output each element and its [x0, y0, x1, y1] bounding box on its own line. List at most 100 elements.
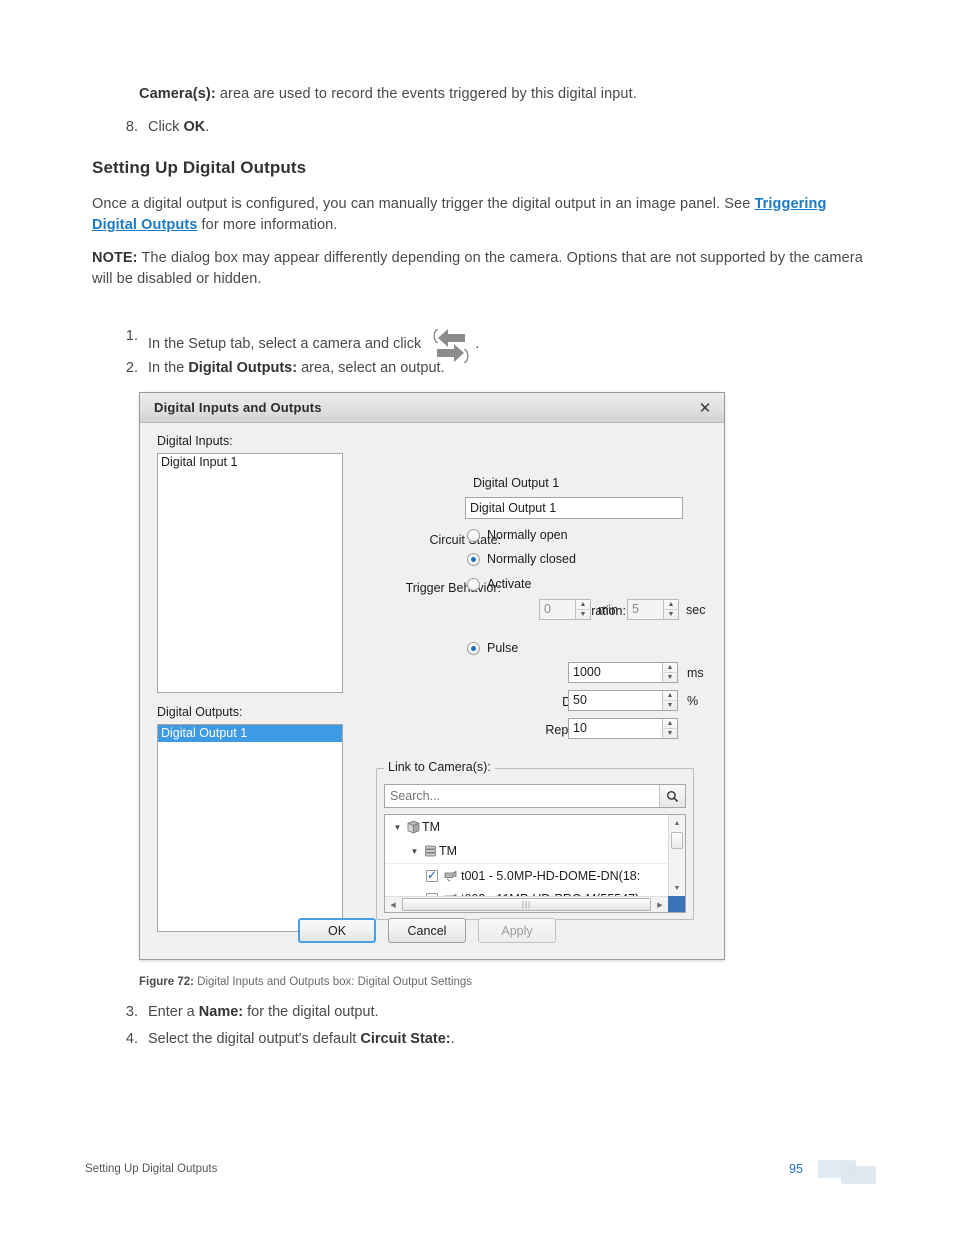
list-item[interactable]: Digital Input 1 [158, 454, 342, 471]
tree-label: TM [422, 820, 441, 834]
step-4-tail: . [450, 1031, 455, 1047]
radio-normally-closed[interactable]: Normally closed [467, 552, 576, 566]
figure-caption-label: Figure 72: [139, 976, 194, 988]
dialog-button-bar: OK Cancel Apply [140, 918, 724, 943]
step-4-lead: Select the digital output's default [148, 1031, 361, 1047]
logo-square-2 [841, 1166, 876, 1184]
output-heading: Digital Output 1 [473, 476, 560, 490]
site-icon [404, 820, 422, 834]
stepper-arrows-icon[interactable]: ▲ ▼ [662, 691, 677, 710]
page-number: 95 [789, 1162, 803, 1176]
chevron-down-icon[interactable]: ▼ [391, 823, 404, 832]
cancel-button[interactable]: Cancel [388, 918, 466, 943]
step-3-lead: Enter a [148, 1004, 199, 1020]
digital-inputs-and-outputs-dialog: Digital Inputs and Outputs ✕ Digital Inp… [139, 392, 725, 960]
tree-row-camera[interactable]: t002 - 11MP-HD-PRO-M(55547) [385, 887, 668, 896]
step-8-tail: . [205, 119, 210, 135]
lead-in-text: area are used to record the events trigg… [215, 86, 637, 102]
link-to-cameras-label: Link to Camera(s): [384, 760, 495, 774]
step-4-text: Select the digital output's default Circ… [148, 1029, 632, 1050]
stepper-arrows-icon[interactable]: ▲ ▼ [575, 600, 590, 619]
horizontal-scrollbar[interactable]: ◀ ||| ▶ [385, 896, 668, 912]
stepper-arrows-icon[interactable]: ▲ ▼ [663, 600, 678, 619]
page-title: Setting Up Digital Outputs [92, 158, 307, 177]
step-8-bold: OK [183, 119, 206, 135]
figure-caption: Figure 72: Digital Inputs and Outputs bo… [139, 976, 472, 988]
list-item[interactable]: Digital Output 1 [158, 725, 342, 742]
period-stepper[interactable]: 1000 ▲ ▼ [568, 662, 678, 683]
digital-inputs-listbox[interactable]: Digital Input 1 [157, 453, 343, 693]
ok-button[interactable]: OK [298, 918, 376, 943]
duty-cycle-stepper[interactable]: 50 ▲ ▼ [568, 690, 678, 711]
server-icon [421, 844, 439, 858]
scrollbar-thumb[interactable] [671, 832, 683, 849]
digital-outputs-listbox[interactable]: Digital Output 1 [157, 724, 343, 932]
duration-seconds-value: 5 [632, 602, 639, 616]
step-3-text: Enter a Name: for the digital output. [148, 1002, 632, 1023]
step-1-tail: . [475, 336, 480, 352]
step-8-number: 8. [125, 119, 138, 135]
radio-pulse[interactable]: Pulse [467, 641, 518, 655]
radio-icon [467, 552, 480, 566]
list-item-step-8: 8. Click OK. [112, 117, 612, 138]
step-2-tail: area, select an output. [297, 360, 445, 376]
camera-tree-rows: ▼ TM ▼ TM ✓ t001 - 5.0MP-HD-DOME-DN(18: [385, 815, 668, 896]
step-2-text: In the Digital Outputs: area, select an … [148, 358, 632, 379]
step-2-number: 2. [125, 360, 138, 376]
note-paragraph: NOTE: The dialog box may appear differen… [92, 248, 864, 290]
name-field[interactable]: Digital Output 1 [465, 497, 683, 519]
radio-icon [467, 641, 480, 655]
step-8-lead: Click [148, 119, 184, 135]
lead-in-bold: Camera(s): [139, 86, 216, 102]
repeat-count-stepper[interactable]: 10 ▲ ▼ [568, 718, 678, 739]
duration-minutes-unit: min [598, 603, 619, 617]
scroll-right-icon[interactable]: ▶ [652, 901, 668, 909]
step-4-number: 4. [125, 1031, 138, 1047]
close-icon[interactable]: ✕ [692, 397, 718, 419]
scroll-down-icon[interactable]: ▼ [669, 880, 685, 896]
radio-normally-open-label: Normally open [487, 528, 568, 542]
duration-seconds-unit: sec [686, 603, 706, 617]
scrollbar-thumb[interactable]: ||| [402, 898, 651, 911]
intro-text-after: for more information. [197, 217, 338, 233]
camera-icon [443, 870, 461, 882]
digital-inputs-label: Digital Inputs: [157, 434, 233, 448]
note-text: The dialog box may appear differently de… [92, 250, 863, 287]
scrollbar-corner [668, 896, 685, 912]
search-icon[interactable] [659, 785, 685, 807]
tree-row-site[interactable]: ▼ TM [385, 815, 668, 839]
figure-caption-text: Digital Inputs and Outputs box: Digital … [193, 976, 473, 988]
intro-paragraph: Once a digital output is configured, you… [92, 194, 872, 236]
scrollbar-track[interactable] [669, 850, 685, 880]
search-input[interactable] [385, 785, 659, 807]
list-item-step-4: 4. Select the digital output's default C… [112, 1029, 632, 1050]
step-1-lead: In the Setup tab, select a camera and cl… [148, 336, 426, 352]
stepper-arrows-icon[interactable]: ▲ ▼ [662, 719, 677, 738]
step-4-bold: Circuit State: [360, 1031, 451, 1047]
radio-normally-closed-label: Normally closed [487, 552, 576, 566]
duration-minutes-stepper[interactable]: 0 ▲ ▼ [539, 599, 591, 620]
duration-seconds-stepper[interactable]: 5 ▲ ▼ [627, 599, 679, 620]
camera-search-bar[interactable] [384, 784, 686, 808]
step-3-number: 3. [125, 1004, 138, 1020]
camera-tree[interactable]: ▼ TM ▼ TM ✓ t001 - 5.0MP-HD-DOME-DN(18: … [384, 814, 686, 913]
radio-normally-open[interactable]: Normally open [467, 528, 568, 542]
checkbox[interactable] [426, 868, 438, 882]
tree-label: t001 - 5.0MP-HD-DOME-DN(18: [461, 868, 641, 883]
step-2-bold: Digital Outputs: [188, 360, 298, 376]
apply-button: Apply [478, 918, 556, 943]
dialog-titlebar: Digital Inputs and Outputs ✕ [140, 393, 724, 423]
chevron-down-icon[interactable]: ▼ [408, 847, 421, 856]
radio-pulse-label: Pulse [487, 641, 519, 655]
stepper-arrows-icon[interactable]: ▲ ▼ [662, 663, 677, 682]
document-page: Camera(s): area are used to record the e… [0, 0, 954, 1235]
scroll-left-icon[interactable]: ◀ [385, 901, 401, 909]
vertical-scrollbar[interactable]: ▲ ▼ [668, 815, 685, 896]
step-8-text: Click OK. [148, 117, 612, 138]
dialog-title: Digital Inputs and Outputs [154, 400, 322, 415]
tree-row-camera[interactable]: t001 - 5.0MP-HD-DOME-DN(18: [385, 863, 668, 887]
radio-activate[interactable]: Activate [467, 577, 531, 591]
tree-row-server[interactable]: ▼ TM [385, 839, 668, 863]
scroll-up-icon[interactable]: ▲ [669, 815, 685, 831]
step-3-tail: for the digital output. [243, 1004, 379, 1020]
